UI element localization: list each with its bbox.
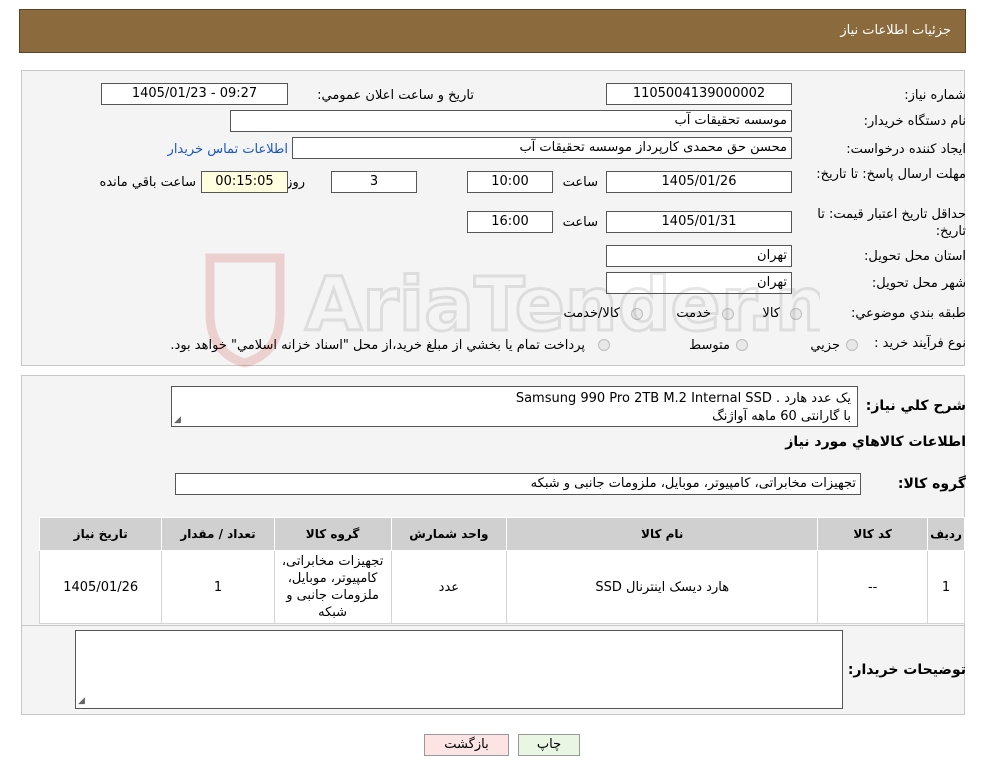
goods-table-header: رديف کد کالا نام کالا واحد شمارش گروه کا… <box>38 517 965 551</box>
cell-qty: 1 <box>161 550 275 624</box>
cell-name: هارد دیسک اینترنال SSD <box>506 550 819 624</box>
buyer-contact-link[interactable]: اطلاعات تماس خريدار <box>168 142 288 157</box>
validity-date-field: 1405/01/31 <box>606 211 792 233</box>
notes-resize-grip-icon[interactable]: ◢ <box>78 697 85 706</box>
table-row: 1 -- هارد دیسک اینترنال SSD عدد تجهیزات … <box>38 550 965 624</box>
category-option-goods-service: کالا/خدمت <box>563 306 620 321</box>
col-name: نام کالا <box>506 517 819 551</box>
days-field: 3 <box>331 171 417 193</box>
announce-datetime-field: 1405/01/23 - 09:27 <box>101 83 288 105</box>
goods-section-title: اطلاعات کالاهاي مورد نياز <box>785 434 966 450</box>
validity-label: حداقل تاريخ اعتبار قيمت: تا تاريخ: <box>817 207 966 239</box>
cell-date: 1405/01/26 <box>38 550 163 624</box>
col-unit: واحد شمارش <box>390 517 508 551</box>
remaining-label: ساعت باقي مانده <box>99 175 196 190</box>
category-radio-goods[interactable] <box>790 308 802 320</box>
col-code: کد کالا <box>817 517 929 551</box>
col-row: رديف <box>927 517 965 551</box>
province-label: استان محل تحويل: <box>864 249 966 264</box>
process-option-minor: جزيي <box>810 338 840 353</box>
buyer-notes-textarea[interactable] <box>75 630 843 709</box>
deadline-label: مهلت ارسال پاسخ: تا تاريخ: <box>816 167 966 182</box>
need-number-label: شماره نیاز: <box>904 88 966 103</box>
remaining-time-field: 00:15:05 <box>201 171 288 193</box>
col-group: گروه کالا <box>273 517 392 551</box>
category-option-service: خدمت <box>676 306 711 321</box>
back-button[interactable]: بازگشت <box>424 734 509 756</box>
deadline-time-label: ساعت <box>562 175 598 190</box>
buyer-notes-label: توضيحات خريدار: <box>847 662 966 678</box>
cell-unit: عدد <box>390 550 508 624</box>
announce-label: تاریخ و ساعت اعلان عمومي: <box>317 88 474 103</box>
category-option-goods: کالا <box>762 306 780 321</box>
city-field: تهران <box>606 272 792 294</box>
category-label: طبقه بندي موضوعي: <box>850 306 966 321</box>
deadline-date-field: 1405/01/26 <box>606 171 792 193</box>
description-textarea[interactable]: یک عدد هارد . Samsung 990 Pro 2TB M.2 In… <box>171 386 858 427</box>
process-note: پرداخت تمام يا بخشي از مبلغ خريد،از محل … <box>170 338 585 353</box>
province-field: تهران <box>606 245 792 267</box>
print-button[interactable]: چاپ <box>518 734 580 756</box>
process-option-medium: متوسط <box>689 338 730 353</box>
deadline-time-field: 10:00 <box>467 171 553 193</box>
col-qty: تعداد / مقدار <box>161 517 275 551</box>
creator-field: محسن حق محمدی کارپرداز موسسه تحقیقات آب <box>292 137 792 159</box>
validity-time-field: 16:00 <box>467 211 553 233</box>
creator-label: ايجاد کننده درخواست: <box>846 142 966 157</box>
page-title: جزئیات اطلاعات نیاز <box>840 23 951 38</box>
goods-group-label: گروه کالا: <box>897 476 966 492</box>
col-date: تاريخ نياز <box>38 517 163 551</box>
buyer-org-label: نام دستگاه خريدار: <box>863 114 966 129</box>
process-radio-minor[interactable] <box>846 339 858 351</box>
goods-table: رديف کد کالا نام کالا واحد شمارش گروه کا… <box>38 517 965 624</box>
category-radio-service[interactable] <box>722 308 734 320</box>
description-line-2: با گارانتی 60 ماهه آواژنگ <box>712 409 851 424</box>
cell-code: -- <box>817 550 929 624</box>
need-number-field: 1105004139000002 <box>606 83 792 105</box>
city-label: شهر محل تحويل: <box>871 276 966 291</box>
page-header: جزئیات اطلاعات نیاز <box>19 9 966 53</box>
description-label: شرح کلي نياز: <box>865 398 966 414</box>
resize-grip-icon[interactable]: ◢ <box>174 416 181 425</box>
buyer-org-field: موسسه تحقیقات آب <box>230 110 792 132</box>
process-label: نوع فرآيند خريد : <box>874 336 966 351</box>
description-line-1: یک عدد هارد . Samsung 990 Pro 2TB M.2 In… <box>515 391 851 406</box>
category-radio-goods-service[interactable] <box>631 308 643 320</box>
cell-row: 1 <box>927 550 965 624</box>
goods-group-field: تجهیزات مخابراتی، کامپیوتر، موبایل، ملزو… <box>175 473 861 495</box>
process-radio-medium[interactable] <box>736 339 748 351</box>
treasury-checkbox[interactable] <box>598 339 610 351</box>
cell-group: تجهیزات مخابراتی، کامپیوتر، موبایل، ملزو… <box>273 550 392 624</box>
validity-time-label: ساعت <box>562 215 598 230</box>
